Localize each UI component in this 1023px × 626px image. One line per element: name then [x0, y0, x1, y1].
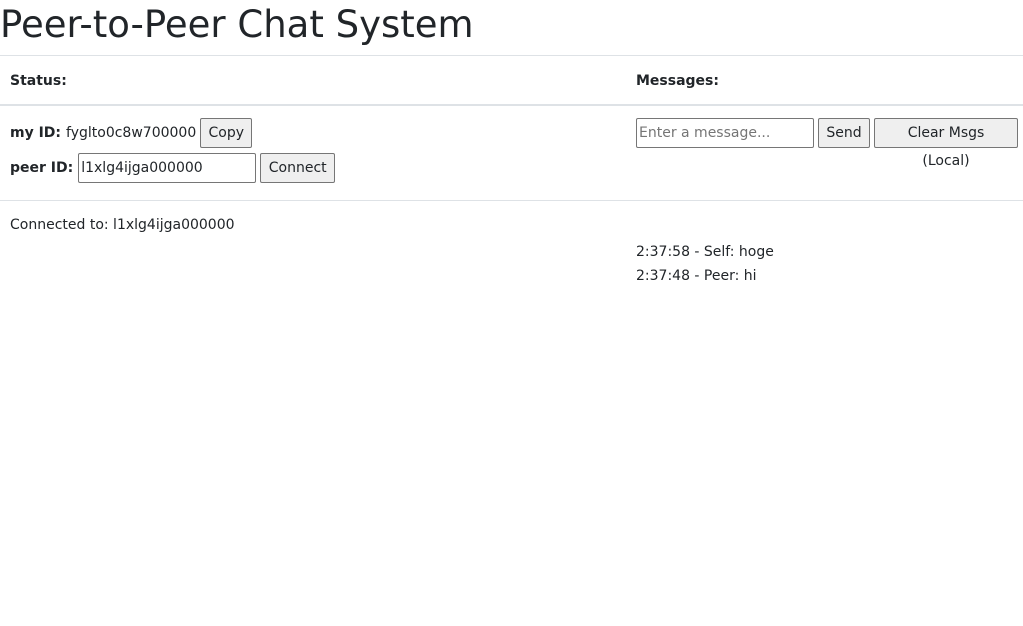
message-input[interactable] — [636, 118, 814, 148]
peer-id-input[interactable] — [78, 153, 257, 183]
peer-id-label: peer ID: — [10, 160, 74, 176]
my-id-value: fyglto0c8w700000 — [66, 125, 197, 141]
copy-button[interactable]: Copy — [200, 118, 253, 148]
divider-top — [0, 55, 1023, 56]
my-id-label: my ID: — [10, 125, 62, 141]
divider-header — [0, 104, 1023, 106]
clear-messages-button[interactable]: Clear Msgs (Local) — [874, 118, 1018, 169]
messages-header: Messages: — [636, 73, 719, 89]
message-item: 2:37:48 - Peer: hi — [636, 268, 757, 284]
connection-status: Connected to: l1xlg4ijga000000 — [10, 217, 235, 233]
message-controls: Send Clear Msgs (Local) — [636, 118, 1018, 169]
page-title: Peer-to-Peer Chat System — [0, 3, 474, 46]
peer-id-row: peer ID: Connect — [10, 153, 336, 183]
chat-page: Peer-to-Peer Chat System Status: Message… — [0, 0, 1023, 626]
my-id-row: my ID: fyglto0c8w700000 Copy — [10, 118, 253, 148]
message-item: 2:37:58 - Self: hoge — [636, 244, 774, 260]
status-header: Status: — [10, 73, 67, 89]
send-button[interactable]: Send — [818, 118, 870, 148]
divider-row — [0, 200, 1023, 201]
connect-button[interactable]: Connect — [260, 153, 336, 183]
message-list: 2:37:58 - Self: hoge 2:37:48 - Peer: hi — [636, 240, 774, 288]
